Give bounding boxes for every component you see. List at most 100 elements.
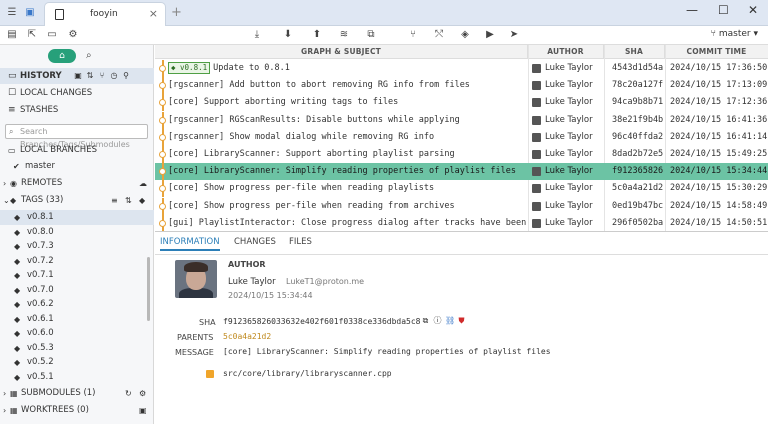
commit-sha: 78c20a127f <box>612 80 664 91</box>
sidebar-stashes[interactable]: ≡ STASHES <box>0 102 154 118</box>
info-icon[interactable]: ⓘ <box>433 316 442 325</box>
tab-information[interactable]: INFORMATION <box>160 237 220 251</box>
new-tab-button[interactable]: + <box>171 5 182 20</box>
refresh-icon[interactable]: ↻ <box>125 386 132 401</box>
local-branches-label: LOCAL BRANCHES <box>20 145 97 155</box>
tag-item[interactable]: ◆ v0.7.1 <box>0 268 154 283</box>
home-button[interactable]: ⌂ <box>48 49 76 63</box>
commit-time: 2024/10/15 14:58:49 <box>670 200 768 211</box>
sort-icon[interactable]: ≡ <box>111 193 118 208</box>
open-repo-icon[interactable]: ▤ <box>6 29 18 41</box>
commit-row[interactable]: ◆ v0.8.1 Update to 0.8.1 Luke Taylor 4543d1… <box>155 60 768 77</box>
package-icon[interactable]: ◈ <box>459 29 471 41</box>
commit-row[interactable]: [rgscanner] RGScanResults: Disable butto… <box>155 111 768 129</box>
graph-node <box>159 146 167 163</box>
clock-icon[interactable]: ◷ <box>108 68 120 84</box>
tag-label: v0.7.1 <box>27 270 54 280</box>
tag-item[interactable]: ◆ v0.6.1 <box>0 312 154 327</box>
tab-files[interactable]: FILES <box>289 237 312 247</box>
commit-row[interactable]: [rgscanner] Show modal dialog while remo… <box>155 128 768 146</box>
commit-row[interactable]: [core] Show progress per-file when readi… <box>155 197 768 215</box>
play-icon[interactable]: ▶ <box>484 29 496 41</box>
changed-file[interactable]: src/core/library/libraryscanner.cpp <box>223 369 392 378</box>
commit-row[interactable]: [rgscanner] Add button to abort removing… <box>155 77 768 95</box>
commit-sha: 0ed19b47bc <box>612 200 664 211</box>
commit-author: Luke Taylor <box>545 217 593 228</box>
commit-row[interactable]: [core] LibraryScanner: Simplify reading … <box>155 163 768 181</box>
author-avatar <box>175 260 217 298</box>
shield-icon[interactable]: ⛊ <box>457 316 466 325</box>
submodule-settings-icon[interactable]: ⚙ <box>139 386 146 401</box>
link-icon[interactable]: ⛓ <box>445 316 455 325</box>
add-tag-icon[interactable]: ◆ <box>139 193 145 208</box>
branch-icon[interactable]: ⑂ <box>407 29 419 41</box>
graph-node <box>159 214 167 232</box>
header-author[interactable]: AUTHOR <box>528 45 604 59</box>
changes-icon: ☐ <box>8 88 17 98</box>
sidebar-history[interactable]: ▭ HISTORY ▣ ⇅ ⑂ ◷ ⚲ <box>0 68 154 84</box>
tag-item[interactable]: ◆ v0.8.1 <box>0 210 154 225</box>
commit-row[interactable]: [core] Show progress per-file when readi… <box>155 180 768 198</box>
pop-stash-icon[interactable]: ⧉ <box>365 29 377 41</box>
tab-changes[interactable]: CHANGES <box>234 237 276 247</box>
author-email[interactable]: LukeT1@proton.me <box>286 277 364 286</box>
repo-tab[interactable]: fooyin × <box>44 2 166 26</box>
parents-label: PARENTS <box>177 333 214 342</box>
sidebar-submodules[interactable]: › ▦ SUBMODULES (1) ↻ ⚙ <box>0 386 154 401</box>
tag-item[interactable]: ◆ v0.5.3 <box>0 341 154 356</box>
branch-search-input[interactable]: ⌕ Search Branches/Tags/Submodules <box>5 124 148 149</box>
sort-order-icon[interactable]: ⇅ <box>125 193 132 208</box>
copy-icon[interactable]: ⧉ <box>421 316 430 325</box>
tag-item[interactable]: ◆ v0.7.3 <box>0 239 154 254</box>
sha-actions: ⧉ ⓘ ⛓ ⛊ <box>418 316 466 326</box>
sidebar-worktrees[interactable]: › ▦ WORKTREES (0) ▣ <box>0 403 154 418</box>
settings-icon[interactable]: ⚙ <box>67 29 79 41</box>
pull-icon[interactable]: ⬇ <box>282 29 294 41</box>
commit-subject: [core] Support aborting writing tags to … <box>168 97 399 108</box>
window-icon[interactable]: ▣ <box>24 7 36 19</box>
merge-icon[interactable]: ⤲ <box>433 29 445 41</box>
tag-item[interactable]: ◆ v0.7.2 <box>0 254 154 269</box>
sidebar-tags[interactable]: ⌄ ◆ TAGS (33) ≡ ⇅ ◆ <box>0 193 154 208</box>
maximize-button[interactable]: ☐ <box>718 3 729 17</box>
menu-icon[interactable]: ☰ <box>6 7 18 19</box>
header-graph-subject[interactable]: GRAPH & SUBJECT <box>155 45 528 59</box>
current-branch[interactable]: ⑂ master ▾ <box>711 29 758 39</box>
push-icon[interactable]: ⬆ <box>311 29 323 41</box>
branch-filter-icon[interactable]: ⑂ <box>96 68 108 84</box>
close-window-button[interactable]: ✕ <box>748 3 758 17</box>
branch-item-master[interactable]: ✔ master <box>0 159 154 174</box>
tag-item[interactable]: ◆ v0.6.2 <box>0 297 154 312</box>
cloud-icon[interactable]: ☁ <box>139 176 147 191</box>
parent-sha-link[interactable]: 5c0a4a21d2 <box>223 332 271 341</box>
add-worktree-icon[interactable]: ▣ <box>139 403 147 418</box>
fetch-icon[interactable]: ⤓ <box>251 29 263 41</box>
graph-node <box>159 180 167 198</box>
search-icon[interactable]: ⌕ <box>86 50 92 61</box>
filter-icon[interactable]: ▣ <box>72 68 84 84</box>
tag-item[interactable]: ◆ v0.6.0 <box>0 326 154 341</box>
stash-icon[interactable]: ≋ <box>338 29 350 41</box>
tag-item[interactable]: ◆ v0.5.2 <box>0 355 154 370</box>
commit-row[interactable]: [core] LibraryScanner: Support aborting … <box>155 146 768 163</box>
commit-author: Luke Taylor <box>545 80 593 91</box>
tag-badge[interactable]: ◆ v0.8.1 <box>168 62 211 74</box>
tag-item[interactable]: ◆ v0.7.0 <box>0 283 154 298</box>
commit-row[interactable]: [gui] PlaylistInteractor: Close progress… <box>155 214 768 232</box>
tag-item[interactable]: ◆ v0.8.0 <box>0 225 154 240</box>
sidebar-remotes[interactable]: › ◉ REMOTES ☁ <box>0 176 154 191</box>
launch-icon[interactable]: ➤ <box>508 29 520 41</box>
terminal-icon[interactable]: ▭ <box>46 29 58 41</box>
header-sha[interactable]: SHA <box>604 45 665 59</box>
commit-row[interactable]: [core] Support aborting writing tags to … <box>155 94 768 112</box>
header-commit-time[interactable]: COMMIT TIME <box>665 45 768 59</box>
minimize-button[interactable]: — <box>686 3 698 17</box>
tab-close-icon[interactable]: × <box>149 7 158 20</box>
tag-item[interactable]: ◆ v0.5.1 <box>0 370 154 385</box>
external-icon[interactable]: ⇱ <box>26 29 38 41</box>
sidebar-local-branches[interactable]: ▭ LOCAL BRANCHES <box>0 143 154 158</box>
pin-icon[interactable]: ⚲ <box>120 68 132 84</box>
author-filter-icon[interactable]: ⇅ <box>84 68 96 84</box>
sidebar-scrollbar[interactable] <box>147 257 150 321</box>
sidebar-local-changes[interactable]: ☐ LOCAL CHANGES <box>0 85 154 101</box>
